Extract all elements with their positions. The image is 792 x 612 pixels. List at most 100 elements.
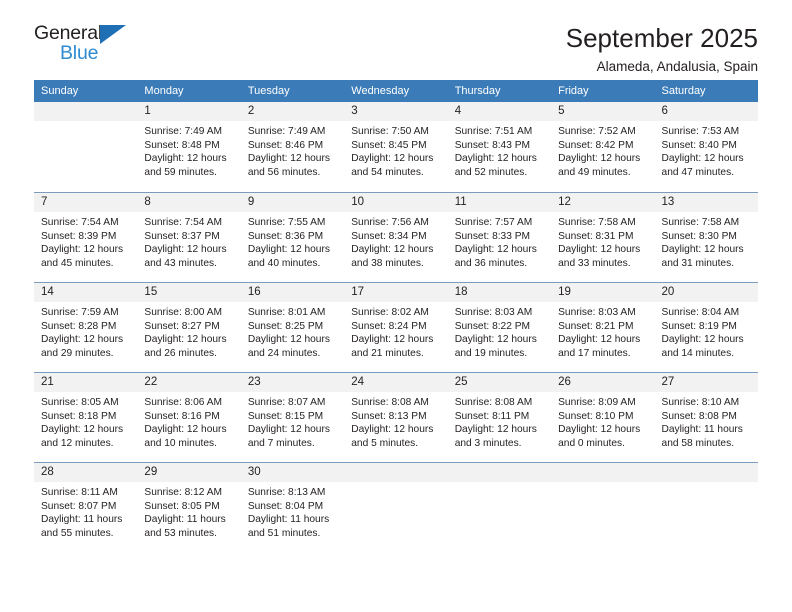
daylight-text-line2: and 49 minutes. [558,166,631,178]
day-cell-9[interactable]: 9 Sunrise: 7:55 AM Sunset: 8:36 PM Daylight… [240,192,345,282]
day-cell-1[interactable]: 1 Sunrise: 7:49 AM Sunset: 8:48 PM Daylight… [137,102,241,192]
page-header: General Blue September 2025 Alameda, And… [34,0,758,74]
day-cell-14[interactable]: 14 Sunrise: 7:59 AM Sunset: 8:28 PM Dayligh… [34,282,138,372]
day-sun-info: Sunrise: 8:12 AM Sunset: 8:05 PM Daylight:… [137,482,240,540]
daylight-text-line2: and 53 minutes. [144,527,217,539]
sunrise-text: Sunrise: 7:58 AM [558,217,636,228]
day-number: 20 [654,283,758,302]
day-number: 8 [137,193,241,212]
sunset-text: Sunset: 8:36 PM [247,230,324,242]
day-cell-18[interactable]: 18 Sunrise: 8:03 AM Sunset: 8:22 PM Dayligh… [447,282,552,372]
day-sun-info: Sunrise: 8:03 AM Sunset: 8:22 PM Daylight:… [448,302,551,360]
day-cell-10[interactable]: 10 Sunrise: 7:56 AM Sunset: 8:34 PM Dayligh… [344,192,448,282]
day-cell-11[interactable]: 11 Sunrise: 7:57 AM Sunset: 8:33 PM Dayligh… [447,192,552,282]
day-cell-17[interactable]: 17 Sunrise: 8:02 AM Sunset: 8:24 PM Dayligh… [344,282,448,372]
daylight-text-line1: Daylight: 12 hours [558,424,641,436]
day-cell-20[interactable]: 20 Sunrise: 8:04 AM Sunset: 8:19 PM Dayligh… [654,282,758,372]
daylight-text-line1: Daylight: 12 hours [661,244,744,256]
sunset-text: Sunset: 8:40 PM [661,139,737,151]
daylight-text-line1: Daylight: 12 hours [41,334,124,346]
day-cell-23[interactable]: 23 Sunrise: 8:07 AM Sunset: 8:15 PM Dayligh… [240,372,345,462]
day-cell-27[interactable]: 27 Sunrise: 8:10 AM Sunset: 8:08 PM Dayligh… [654,372,758,462]
day-cell-2[interactable]: 2 Sunrise: 7:49 AM Sunset: 8:46 PM Daylight… [240,102,345,192]
daylight-text-line1: Daylight: 12 hours [247,334,330,346]
day-sun-info: Sunrise: 8:10 AM Sunset: 8:08 PM Daylight:… [655,392,758,450]
weekday-header-thursday: Thursday [447,80,552,102]
day-cell-3[interactable]: 3 Sunrise: 7:50 AM Sunset: 8:45 PM Daylight… [344,102,448,192]
sunrise-text: Sunrise: 7:54 AM [41,217,119,228]
day-cell-24[interactable]: 24 Sunrise: 8:08 AM Sunset: 8:13 PM Dayligh… [344,372,448,462]
day-cell-inner: 11 Sunrise: 7:57 AM Sunset: 8:33 PM Dayligh… [447,192,552,282]
day-cell-19[interactable]: 19 Sunrise: 8:03 AM Sunset: 8:21 PM Dayligh… [551,282,655,372]
daylight-text-line2: and 17 minutes. [558,347,631,359]
day-sun-info: Sunrise: 7:57 AM Sunset: 8:33 PM Daylight:… [448,212,551,270]
day-cell-28[interactable]: 28 Sunrise: 8:11 AM Sunset: 8:07 PM Dayligh… [34,462,138,552]
generalblue-logo[interactable]: General Blue [34,22,144,68]
day-cell-8[interactable]: 8 Sunrise: 7:54 AM Sunset: 8:37 PM Daylight… [137,192,241,282]
sunset-text: Sunset: 8:42 PM [558,139,634,151]
sunrise-text: Sunrise: 8:05 AM [41,397,119,408]
day-cell-12[interactable]: 12 Sunrise: 7:58 AM Sunset: 8:31 PM Dayligh… [551,192,655,282]
day-cell-30[interactable]: 30 Sunrise: 8:13 AM Sunset: 8:04 PM Dayligh… [240,462,345,552]
calendar-week-row: 7 Sunrise: 7:54 AM Sunset: 8:39 PM Daylight… [34,192,758,282]
day-cell-empty [344,462,448,552]
logo-text-general: General [34,22,102,44]
day-cell-22[interactable]: 22 Sunrise: 8:06 AM Sunset: 8:16 PM Dayligh… [137,372,241,462]
day-sun-info: Sunrise: 7:51 AM Sunset: 8:43 PM Daylight:… [448,121,551,179]
day-sun-info: Sunrise: 7:54 AM Sunset: 8:37 PM Daylight:… [137,212,240,270]
day-cell-21[interactable]: 21 Sunrise: 8:05 AM Sunset: 8:18 PM Dayligh… [34,372,138,462]
day-cell-16[interactable]: 16 Sunrise: 8:01 AM Sunset: 8:25 PM Dayligh… [240,282,345,372]
day-cell-7[interactable]: 7 Sunrise: 7:54 AM Sunset: 8:39 PM Daylight… [34,192,138,282]
day-cell-empty [654,462,758,552]
sunrise-text: Sunrise: 8:08 AM [351,397,429,408]
daylight-text-line1: Daylight: 12 hours [144,334,227,346]
sunrise-text: Sunrise: 8:03 AM [558,307,636,318]
day-number: 15 [137,283,241,302]
day-cell-inner [447,462,552,552]
day-cell-29[interactable]: 29 Sunrise: 8:12 AM Sunset: 8:05 PM Dayligh… [137,462,241,552]
daylight-text-line2: and 19 minutes. [454,347,528,359]
sunset-text: Sunset: 8:08 PM [661,410,737,422]
day-number: 29 [137,463,241,482]
sunrise-text: Sunrise: 8:06 AM [144,397,223,408]
sunrise-text: Sunrise: 7:53 AM [661,126,740,137]
daylight-text-line1: Daylight: 11 hours [247,514,330,526]
page-title: September 2025 [565,23,758,53]
day-cell-inner: 23 Sunrise: 8:07 AM Sunset: 8:15 PM Dayligh… [240,372,345,462]
sunset-text: Sunset: 8:16 PM [144,410,220,422]
day-cell-inner: 3 Sunrise: 7:50 AM Sunset: 8:45 PM Daylight… [344,102,448,192]
sunset-text: Sunset: 8:39 PM [41,230,117,242]
sunset-text: Sunset: 8:19 PM [661,320,737,332]
day-cell-25[interactable]: 25 Sunrise: 8:08 AM Sunset: 8:11 PM Dayligh… [447,372,552,462]
day-cell-6[interactable]: 6 Sunrise: 7:53 AM Sunset: 8:40 PM Daylight… [654,102,758,192]
daylight-text-line2: and 40 minutes. [247,257,321,269]
sunrise-text: Sunrise: 7:50 AM [351,126,429,137]
day-sun-info: Sunrise: 8:09 AM Sunset: 8:10 PM Daylight:… [551,392,654,450]
day-cell-inner: 30 Sunrise: 8:13 AM Sunset: 8:04 PM Dayligh… [240,462,345,552]
daylight-text-line1: Daylight: 11 hours [661,424,743,436]
day-sun-info: Sunrise: 7:50 AM Sunset: 8:45 PM Daylight:… [344,121,447,179]
day-cell-inner: 1 Sunrise: 7:49 AM Sunset: 8:48 PM Daylight… [137,102,241,192]
daylight-text-line2: and 55 minutes. [41,527,114,539]
day-cell-4[interactable]: 4 Sunrise: 7:51 AM Sunset: 8:43 PM Daylight… [447,102,552,192]
sunrise-text: Sunrise: 7:52 AM [558,126,636,137]
day-cell-26[interactable]: 26 Sunrise: 8:09 AM Sunset: 8:10 PM Dayligh… [551,372,655,462]
day-sun-info: Sunrise: 7:59 AM Sunset: 8:28 PM Daylight:… [34,302,137,360]
sunset-text: Sunset: 8:25 PM [247,320,324,332]
daylight-text-line2: and 31 minutes. [661,257,735,269]
sunrise-text: Sunrise: 7:49 AM [144,126,223,137]
sunset-text: Sunset: 8:45 PM [351,139,427,151]
day-sun-info: Sunrise: 7:49 AM Sunset: 8:48 PM Daylight:… [137,121,240,179]
sunrise-text: Sunrise: 8:10 AM [661,397,740,408]
day-cell-15[interactable]: 15 Sunrise: 8:00 AM Sunset: 8:27 PM Dayligh… [137,282,241,372]
day-cell-13[interactable]: 13 Sunrise: 7:58 AM Sunset: 8:30 PM Dayligh… [654,192,758,282]
day-number [654,463,758,482]
daylight-text-line2: and 0 minutes. [558,437,625,449]
daylight-text-line1: Daylight: 12 hours [454,334,537,346]
sunrise-text: Sunrise: 8:08 AM [454,397,533,408]
sunset-text: Sunset: 8:30 PM [661,230,737,242]
daylight-text-line2: and 56 minutes. [247,166,321,178]
day-cell-5[interactable]: 5 Sunrise: 7:52 AM Sunset: 8:42 PM Daylight… [551,102,655,192]
daylight-text-line1: Daylight: 12 hours [41,244,124,256]
day-number: 12 [551,193,655,212]
